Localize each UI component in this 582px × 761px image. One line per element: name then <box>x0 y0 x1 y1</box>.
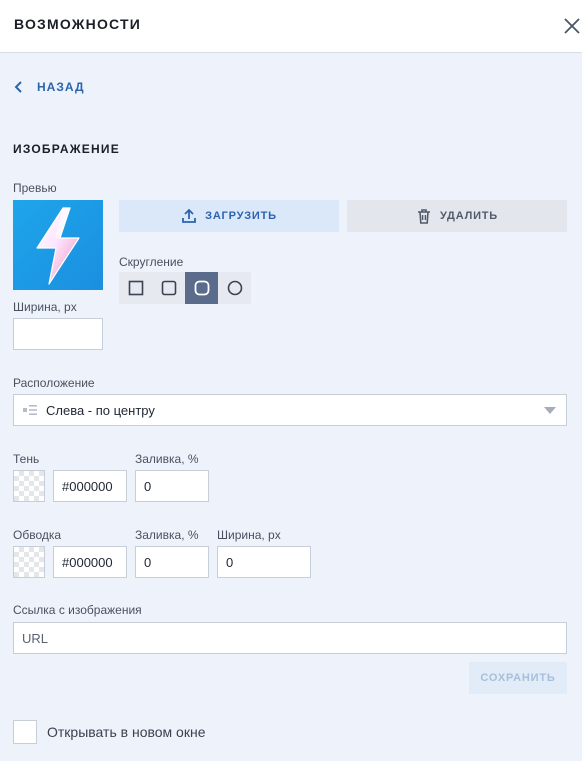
border-width-label: Ширина, px <box>217 528 281 542</box>
preview-label: Превью <box>13 181 57 195</box>
rounded-square-icon <box>161 280 176 296</box>
close-icon[interactable] <box>562 16 582 36</box>
new-window-label: Открывать в новом окне <box>47 724 206 740</box>
border-fill-input[interactable]: 0 <box>135 546 209 578</box>
upload-button[interactable]: ЗАГРУЗИТЬ <box>119 200 339 232</box>
upload-label: ЗАГРУЗИТЬ <box>205 210 277 222</box>
width-label: Ширина, px <box>13 300 77 314</box>
delete-button[interactable]: УДАЛИТЬ <box>347 200 567 232</box>
rounding-circle-option[interactable] <box>218 272 251 304</box>
align-left-icon <box>23 405 37 415</box>
circle-icon <box>227 280 242 296</box>
shadow-label: Тень <box>13 452 40 466</box>
square-icon <box>128 280 143 296</box>
link-url-input[interactable]: URL <box>13 622 567 654</box>
rounding-small-option[interactable] <box>152 272 185 304</box>
panel-title: ВОЗМОЖНОСТИ <box>14 16 142 32</box>
width-input[interactable] <box>13 318 103 350</box>
delete-label: УДАЛИТЬ <box>439 210 499 222</box>
border-width-input[interactable]: 0 <box>217 546 311 578</box>
shadow-color-input[interactable]: #000000 <box>53 470 127 502</box>
trash-icon <box>417 209 430 224</box>
save-button[interactable]: СОХРАНИТЬ <box>469 662 567 694</box>
back-label: НАЗАД <box>37 80 85 94</box>
new-window-checkbox[interactable] <box>13 720 37 744</box>
border-fill-label: Заливка, % <box>135 528 199 542</box>
shadow-fill-input[interactable]: 0 <box>135 470 209 502</box>
upload-icon <box>182 208 197 223</box>
rounding-none-option[interactable] <box>119 272 152 304</box>
link-label: Ссылка с изображения <box>13 603 142 617</box>
rounding-label: Скругление <box>119 255 184 269</box>
chevron-down-icon <box>544 407 556 414</box>
border-color-swatch[interactable] <box>13 546 45 578</box>
shadow-fill-label: Заливка, % <box>135 452 199 466</box>
border-label: Обводка <box>13 528 62 542</box>
border-color-input[interactable]: #000000 <box>53 546 127 578</box>
position-value: Слева - по центру <box>46 402 155 418</box>
header: ВОЗМОЖНОСТИ <box>0 0 582 53</box>
section-title: ИЗОБРАЖЕНИЕ <box>13 142 120 156</box>
rounding-selector <box>119 272 251 304</box>
rounding-medium-option[interactable] <box>185 272 218 304</box>
rounded-square-large-icon <box>194 280 209 296</box>
chevron-left-icon <box>14 81 22 93</box>
position-select[interactable]: Слева - по центру <box>13 394 567 426</box>
shadow-color-swatch[interactable] <box>13 470 45 502</box>
back-button[interactable]: НАЗАД <box>13 80 85 94</box>
image-preview <box>13 200 103 290</box>
position-label: Расположение <box>13 376 95 390</box>
